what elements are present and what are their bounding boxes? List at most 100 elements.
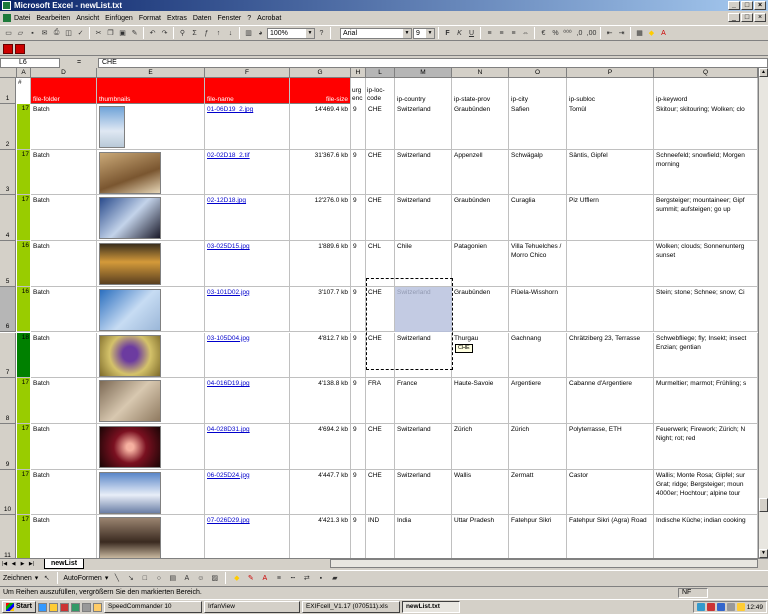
row-header[interactable]: 9 (0, 423, 16, 470)
cell-city[interactable]: Zermatt (509, 469, 567, 516)
cell-loc[interactable]: CHE (366, 195, 395, 242)
cell-file[interactable]: 07-026D29.jpg (205, 515, 290, 558)
tray-de-icon[interactable] (716, 603, 725, 611)
line-style-icon[interactable]: ≡ (273, 573, 284, 584)
horizontal-scrollbar[interactable] (330, 559, 758, 568)
tray-volume-icon[interactable] (726, 603, 735, 611)
indent-icon[interactable]: ⇥ (616, 28, 627, 39)
cell-state[interactable]: Haute-Savoie (452, 378, 509, 424)
cell-kw[interactable]: Schneefeld; snowfield; Morgen morning (654, 149, 758, 196)
wordart-icon[interactable]: A (181, 573, 192, 584)
cell-folder[interactable]: Batch (31, 149, 97, 196)
pdf-create-icon[interactable] (3, 43, 13, 54)
new-icon[interactable]: ▭ (3, 28, 14, 39)
quicklaunch-folder-icon[interactable] (48, 602, 58, 612)
cell-urg[interactable]: 9 (351, 195, 366, 242)
formula-input[interactable]: CHE (98, 57, 768, 68)
quicklaunch-desktop-icon[interactable] (70, 602, 80, 612)
cell-urg[interactable]: 9 (351, 423, 366, 470)
column-header-d[interactable]: D (31, 68, 97, 78)
cell-state[interactable]: Graubünden (452, 195, 509, 242)
header-file-size[interactable]: file-size (290, 78, 351, 104)
row-seq-number[interactable]: 17 (17, 195, 30, 241)
cell-size[interactable]: 31'367.6 kb (290, 149, 351, 196)
redo-icon[interactable]: ↷ (159, 28, 170, 39)
menu-datei[interactable]: Datei (14, 15, 30, 22)
arrow-icon[interactable]: ↘ (125, 573, 136, 584)
cell-file[interactable]: 03-025D15.jpg (205, 241, 290, 287)
cell-urg[interactable]: 9 (351, 241, 366, 287)
cell-urg[interactable]: 9 (351, 104, 366, 150)
row-header[interactable]: 7 (0, 332, 16, 379)
next-sheet-icon[interactable]: ▶ (18, 560, 27, 569)
row-header[interactable]: 10 (0, 469, 16, 516)
doc-minimize-button[interactable]: _ (728, 13, 740, 22)
row-seq-number[interactable]: 17 (17, 378, 30, 424)
column-header-a[interactable]: A (17, 68, 31, 78)
menu-help[interactable]: ? (247, 15, 251, 22)
cell-urg[interactable]: 9 (351, 469, 366, 516)
cell-loc[interactable]: CHE (366, 149, 395, 196)
cell-file[interactable]: 04-028D31.jpg (205, 423, 290, 470)
cell-country[interactable]: Switzerland (395, 149, 452, 196)
cell-state[interactable]: Patagonien (452, 241, 509, 287)
font-color-icon[interactable]: A (259, 573, 270, 584)
cell-city[interactable]: Safien (509, 104, 567, 150)
header-file-name[interactable]: file-name (205, 78, 290, 104)
scroll-up-icon[interactable]: ▲ (759, 68, 768, 77)
cell-loc[interactable]: CHE (366, 104, 395, 150)
cell-file[interactable]: 02-12D18.jpg (205, 195, 290, 242)
line-icon[interactable]: ╲ (111, 573, 122, 584)
row-header[interactable]: 5 (0, 241, 16, 287)
cell-country[interactable]: Switzerland (395, 195, 452, 242)
font-size-select[interactable]: 9 ▼ (413, 27, 435, 39)
cell-urg[interactable]: 9 (351, 378, 366, 424)
cell-subloc[interactable] (567, 241, 654, 287)
zoom-select[interactable]: 100% ▼ (267, 27, 315, 39)
cell-country[interactable]: Switzerland (395, 423, 452, 470)
scroll-down-icon[interactable]: ▼ (759, 549, 768, 558)
row-header[interactable]: 8 (0, 378, 16, 424)
3d-icon[interactable]: ▰ (329, 573, 340, 584)
cell-state[interactable]: Graubünden (452, 104, 509, 150)
cell-size[interactable]: 1'889.6 kb (290, 241, 351, 287)
quicklaunch-tool-icon[interactable] (81, 602, 91, 612)
format-painter-icon[interactable]: ✎ (129, 28, 140, 39)
tray-antivirus-icon[interactable] (706, 603, 715, 611)
header-ip-state-prov[interactable]: ip-state-prov (452, 78, 509, 104)
arrow-style-icon[interactable]: ⇄ (301, 573, 312, 584)
cell-subloc[interactable]: Cabanne d'Argentiere (567, 378, 654, 424)
header-ip-city[interactable]: ip-city (509, 78, 567, 104)
hyperlink-icon[interactable]: ⚲ (177, 28, 188, 39)
column-header-q[interactable]: Q (654, 68, 758, 78)
cell-state[interactable]: Graubünden (452, 286, 509, 333)
cell-folder[interactable]: Batch (31, 423, 97, 470)
cell-file[interactable]: 02-02D18_2.tif (205, 149, 290, 196)
row-seq-number[interactable]: 17 (17, 470, 30, 516)
menu-bearbeiten[interactable]: Bearbeiten (36, 15, 70, 22)
cell-state[interactable]: Appenzell (452, 149, 509, 196)
menu-einfuegen[interactable]: Einfügen (105, 15, 133, 22)
fill-color-icon[interactable]: ◆ (646, 28, 657, 39)
cell-subloc[interactable]: Piz Ufflern (567, 195, 654, 242)
draw-menu[interactable]: Zeichnen (3, 575, 32, 582)
oval-icon[interactable]: ○ (153, 573, 164, 584)
function-icon[interactable]: ƒ (201, 28, 212, 39)
cell-kw[interactable]: Wolken; clouds; Sonnenunterg sunset (654, 241, 758, 287)
column-header-o[interactable]: O (509, 68, 567, 78)
autosum-icon[interactable]: Σ (189, 28, 200, 39)
merge-icon[interactable]: ⇔ (520, 28, 531, 39)
drawing-icon[interactable]: ◕ (255, 28, 266, 39)
cell-file[interactable]: 01-06D19_2.jpg (205, 104, 290, 150)
header-urg-enc[interactable]: urg enc (351, 78, 366, 104)
row-seq-number[interactable]: 16 (17, 287, 30, 333)
paste-icon[interactable]: ▣ (117, 28, 128, 39)
cell-folder[interactable]: Batch (31, 286, 97, 333)
mail-icon[interactable]: ✉ (39, 28, 50, 39)
autoshapes-menu[interactable]: AutoFormen (63, 575, 102, 582)
outdent-icon[interactable]: ⇤ (604, 28, 615, 39)
cell-kw[interactable]: Skitour; skitouring; Wolken; clo (654, 104, 758, 150)
currency-icon[interactable]: € (538, 28, 549, 39)
row-header[interactable]: 4 (0, 195, 16, 242)
quicklaunch-app-icon[interactable] (59, 602, 69, 612)
